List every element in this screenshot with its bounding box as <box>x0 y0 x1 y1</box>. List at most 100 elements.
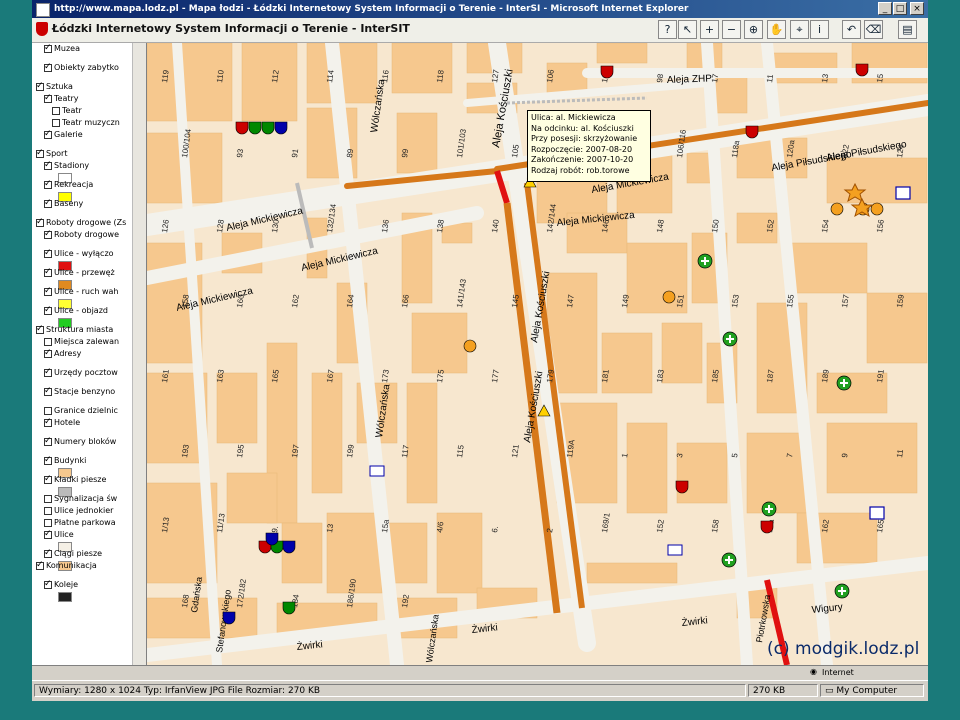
layer-checkbox[interactable] <box>44 92 52 104</box>
house-number: 118 <box>435 69 446 83</box>
layer-checkbox[interactable] <box>44 43 52 54</box>
zoom-extent-icon[interactable]: ⊕ <box>744 20 763 39</box>
layer-item[interactable]: Hotele <box>44 416 80 429</box>
close-button[interactable]: × <box>910 2 924 15</box>
layer-checkbox[interactable] <box>36 147 44 159</box>
layer-item[interactable]: Granice dzielnic <box>44 405 118 417</box>
layer-item[interactable]: Rekreacja <box>44 178 93 191</box>
help-icon[interactable]: ? <box>658 20 677 39</box>
layer-item[interactable]: Ulice - ruch wah <box>44 285 118 298</box>
layer-item[interactable]: Stadiony <box>44 159 89 172</box>
layer-item[interactable]: Roboty drogowe <box>44 228 119 241</box>
layer-item[interactable]: Struktura miasta <box>36 323 114 336</box>
house-number: 15 <box>875 73 885 84</box>
layer-checkbox[interactable] <box>44 385 52 397</box>
layer-checkbox[interactable] <box>44 454 52 466</box>
layer-checkbox[interactable] <box>36 559 44 571</box>
layer-item[interactable]: Teatry <box>44 92 79 105</box>
layer-checkbox[interactable] <box>44 366 52 378</box>
layer-item[interactable]: Urzędy pocztow <box>44 366 118 379</box>
layer-item[interactable]: Adresy <box>44 347 81 360</box>
layer-checkbox[interactable] <box>44 435 52 447</box>
museum-icon <box>745 125 759 139</box>
layer-checkbox[interactable] <box>44 128 52 140</box>
house-number: 145 <box>510 293 521 308</box>
layer-item[interactable]: Ulice jednokier <box>44 505 113 517</box>
layer-checkbox[interactable] <box>36 80 44 92</box>
layer-item[interactable]: Teatr muzyczn <box>52 117 120 129</box>
layer-item[interactable]: Ulice <box>44 528 74 541</box>
gallery-icon <box>222 611 236 625</box>
layer-item[interactable]: Komunikacja <box>36 559 97 572</box>
erase-icon[interactable]: ⌫ <box>864 20 883 39</box>
layer-item[interactable]: Stacje benzyno <box>44 385 116 398</box>
measure-icon[interactable]: ⌖ <box>790 20 809 39</box>
maximize-button[interactable]: □ <box>893 2 907 15</box>
layer-item[interactable]: Teatr <box>52 105 82 117</box>
layer-checkbox[interactable] <box>52 118 60 127</box>
layer-checkbox[interactable] <box>44 518 52 527</box>
layer-item[interactable]: Baseny <box>44 197 83 210</box>
layer-checkbox[interactable] <box>44 61 52 73</box>
layer-item[interactable]: Muzea <box>44 43 80 55</box>
house-number: 147 <box>565 293 576 308</box>
layer-checkbox[interactable] <box>44 247 52 259</box>
layer-checkbox[interactable] <box>36 323 44 335</box>
layer-checkbox[interactable] <box>44 578 52 590</box>
layer-item[interactable]: Ulice - objazd <box>44 304 108 317</box>
layer-item[interactable]: Miejsca zalewan <box>44 336 119 348</box>
layer-item[interactable]: Ciągi piesze <box>44 547 102 560</box>
house-number: 146 <box>600 218 611 233</box>
layer-checkbox[interactable] <box>44 197 52 209</box>
zoom-in-icon[interactable]: + <box>700 20 719 39</box>
layer-checkbox[interactable] <box>44 159 52 171</box>
minimize-button[interactable]: _ <box>878 2 892 15</box>
building <box>826 157 928 204</box>
zoom-out-icon[interactable]: − <box>722 20 741 39</box>
layer-checkbox[interactable] <box>44 416 52 428</box>
layer-item[interactable]: Sport <box>36 147 67 160</box>
select-arrow-icon[interactable]: ↖ <box>678 20 697 39</box>
building <box>746 432 808 514</box>
layer-checkbox[interactable] <box>44 547 52 559</box>
back-icon[interactable]: ↶ <box>842 20 861 39</box>
pan-hand-icon[interactable]: ✋ <box>767 20 786 39</box>
layer-item[interactable]: Sygnalizacja św <box>44 493 117 505</box>
layer-item[interactable]: Płatne parkowa <box>44 517 116 529</box>
layer-checkbox[interactable] <box>44 337 52 346</box>
layer-tree-scrollbar[interactable] <box>132 43 146 665</box>
layer-checkbox[interactable] <box>44 178 52 190</box>
layer-item[interactable]: Kładki piesze <box>44 473 106 486</box>
layer-checkbox[interactable] <box>44 406 52 415</box>
layer-checkbox[interactable] <box>44 304 52 316</box>
layer-item[interactable]: Galerie <box>44 128 83 141</box>
print-icon[interactable]: ▤ <box>898 20 917 39</box>
layer-item[interactable]: Ulice - przewęż <box>44 266 115 279</box>
layer-item[interactable]: Koleje <box>44 578 78 591</box>
layer-checkbox[interactable] <box>44 285 52 297</box>
building <box>596 43 648 64</box>
layer-label: Stacje benzyno <box>54 387 116 396</box>
layer-checkbox[interactable] <box>44 494 52 503</box>
layer-checkbox[interactable] <box>36 216 44 228</box>
layer-checkbox[interactable] <box>44 473 52 485</box>
layer-checkbox[interactable] <box>44 347 52 359</box>
layer-item[interactable]: Obiekty zabytko <box>44 61 119 74</box>
house-number: 153 <box>730 293 741 308</box>
layer-item[interactable]: Budynki <box>44 454 86 467</box>
layer-checkbox[interactable] <box>52 106 60 115</box>
ie-status-bar: ◉ Internet <box>32 665 928 681</box>
layer-item[interactable]: Numery bloków <box>44 435 116 448</box>
layer-checkbox[interactable] <box>44 228 52 240</box>
map-view[interactable]: Aleja Kościuszki Aleja Kościuszki Aleja Ko… <box>147 43 928 665</box>
house-number: 11/13 <box>215 512 227 533</box>
layer-checkbox[interactable] <box>44 528 52 540</box>
layer-item[interactable]: Sztuka <box>36 80 73 93</box>
street-label: Aleja ZHP <box>667 73 713 86</box>
layer-checkbox[interactable] <box>44 266 52 278</box>
layer-label: Struktura miasta <box>46 325 114 334</box>
info-icon[interactable]: i <box>810 20 829 39</box>
layer-item[interactable]: Ulice - wyłączo <box>44 247 114 260</box>
layer-checkbox[interactable] <box>44 506 52 515</box>
house-number: 149 <box>620 293 631 308</box>
